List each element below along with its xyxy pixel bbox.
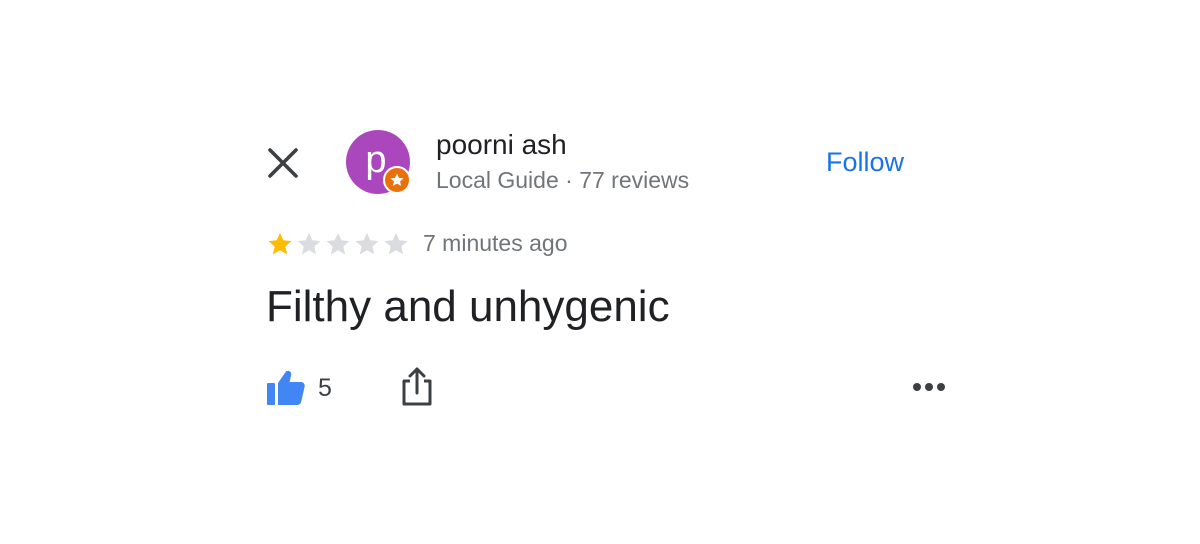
star-rating [266, 228, 411, 260]
review-time: 7 minutes ago [423, 230, 568, 256]
thumbs-up-icon [267, 370, 305, 405]
close-icon [268, 148, 298, 178]
share-icon [402, 367, 432, 406]
like-button[interactable]: 5 [266, 366, 332, 410]
star-icon [390, 173, 404, 186]
review-text: Filthy and unhygenic [266, 282, 670, 331]
follow-button[interactable]: Follow [826, 145, 904, 179]
star-filled-icon [268, 232, 292, 255]
star-empty-icon [297, 232, 321, 255]
local-guide-badge [383, 166, 411, 194]
share-button[interactable] [398, 366, 436, 408]
reviewer-meta: Local Guide · 77 reviews [436, 167, 690, 193]
more-options-button[interactable] [906, 374, 952, 400]
star-empty-icon [384, 232, 408, 255]
review-card: p poorni ash Local Guide · 77 reviews Fo… [0, 0, 1200, 544]
star-empty-icon [355, 232, 379, 255]
close-button[interactable] [264, 144, 302, 182]
like-count: 5 [318, 373, 332, 402]
star-empty-icon [326, 232, 350, 255]
more-horizontal-icon [913, 383, 945, 391]
reviewer-name[interactable]: poorni ash [436, 128, 567, 162]
